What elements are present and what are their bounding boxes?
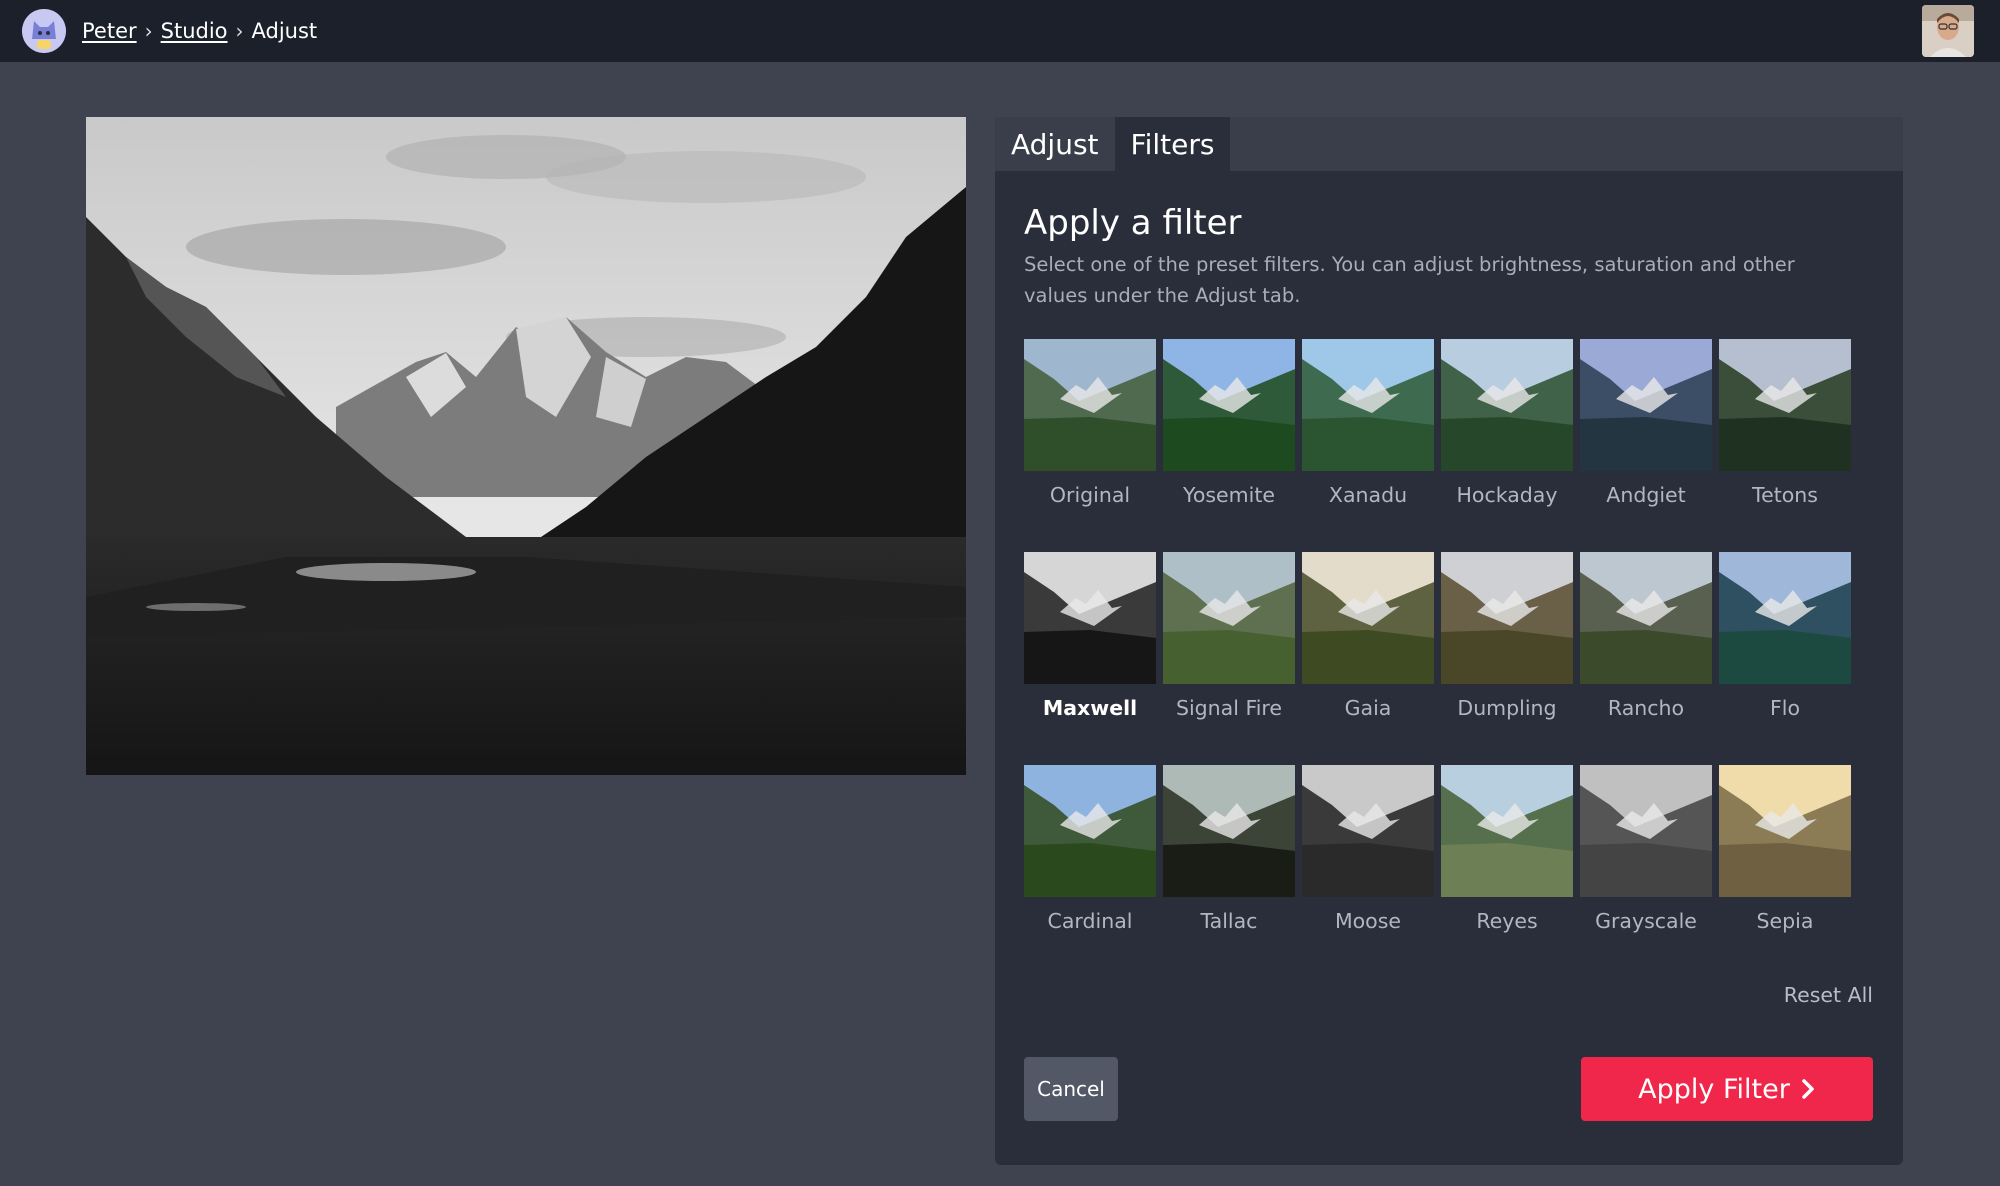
filter-thumbnail	[1024, 765, 1156, 897]
filter-thumbnail	[1719, 765, 1851, 897]
filter-thumbnail	[1024, 552, 1156, 684]
filter-option-tetons[interactable]: Tetons	[1719, 339, 1851, 529]
user-avatar[interactable]	[1922, 5, 1974, 57]
filter-thumbnail	[1580, 765, 1712, 897]
apply-filter-label: Apply Filter	[1638, 1073, 1790, 1105]
filter-option-rancho[interactable]: Rancho	[1580, 552, 1712, 742]
filter-label: Andgiet	[1606, 483, 1686, 507]
filter-label: Moose	[1334, 909, 1402, 933]
top-bar: Peter › Studio › Adjust	[0, 0, 2000, 62]
filter-option-moose[interactable]: Moose	[1302, 765, 1434, 955]
cat-logo-icon	[22, 9, 66, 53]
filter-label: Reyes	[1476, 909, 1538, 933]
filter-thumbnail	[1580, 552, 1712, 684]
filter-label: Cardinal	[1047, 909, 1133, 933]
breadcrumb-separator: ›	[235, 19, 244, 43]
filter-label: Grayscale	[1595, 909, 1697, 933]
filter-label: Dumpling	[1457, 696, 1557, 720]
panel-description: Select one of the preset filters. You ca…	[1024, 253, 1795, 307]
filter-option-grayscale[interactable]: Grayscale	[1580, 765, 1712, 955]
main-photo-preview	[86, 117, 966, 775]
filter-thumbnail	[1302, 552, 1434, 684]
filter-option-hockaday[interactable]: Hockaday	[1441, 339, 1573, 529]
filter-thumbnail	[1719, 552, 1851, 684]
filter-option-cardinal[interactable]: Cardinal	[1024, 765, 1156, 955]
filter-option-tallac[interactable]: Tallac	[1163, 765, 1295, 955]
filter-option-sepia[interactable]: Sepia	[1719, 765, 1851, 955]
cancel-button[interactable]: Cancel	[1024, 1057, 1118, 1121]
filter-thumbnail	[1024, 339, 1156, 471]
filter-label: Original	[1049, 483, 1131, 507]
filter-label: Tallac	[1200, 909, 1258, 933]
filter-thumbnail	[1441, 552, 1573, 684]
tab-adjust[interactable]: Adjust	[995, 117, 1115, 171]
filter-label: Sepia	[1756, 909, 1814, 933]
filter-option-gaia[interactable]: Gaia	[1302, 552, 1434, 742]
filter-option-signal-fire[interactable]: Signal Fire	[1163, 552, 1295, 742]
filter-thumbnail	[1719, 339, 1851, 471]
filter-grid: Original Yosemite Xanadu Hockaday Andgiet Tet…	[1024, 339, 1856, 979]
editor-tabs: Adjust Filters	[995, 117, 1903, 171]
breadcrumb: Peter › Studio › Adjust	[82, 17, 317, 45]
filter-thumbnail	[1441, 765, 1573, 897]
filter-thumbnail	[1163, 552, 1295, 684]
filters-panel: Apply a filter Select one of the preset …	[995, 171, 1903, 1165]
panel-title: Apply a filter	[1024, 203, 1242, 243]
filter-thumbnail	[1441, 339, 1573, 471]
breadcrumb-current: Adjust	[251, 19, 318, 43]
avatar-photo-icon	[1922, 5, 1974, 57]
filter-label: Signal Fire	[1175, 696, 1283, 720]
filter-option-original[interactable]: Original	[1024, 339, 1156, 529]
filter-label: Gaia	[1344, 696, 1392, 720]
filter-thumbnail	[1302, 765, 1434, 897]
filter-option-maxwell[interactable]: Maxwell	[1024, 552, 1156, 742]
app-logo[interactable]	[22, 9, 66, 53]
filter-thumbnail	[1163, 339, 1295, 471]
filter-label: Tetons	[1752, 483, 1818, 507]
reset-all-button[interactable]: Reset All	[1784, 983, 1873, 1007]
apply-filter-button[interactable]: Apply Filter	[1581, 1057, 1873, 1121]
filter-option-flo[interactable]: Flo	[1719, 552, 1851, 742]
filter-thumbnail	[1163, 765, 1295, 897]
filter-thumbnail	[1580, 339, 1712, 471]
tab-filters[interactable]: Filters	[1114, 117, 1231, 171]
filter-option-andgiet[interactable]: Andgiet	[1580, 339, 1712, 529]
breadcrumb-separator: ›	[144, 19, 153, 43]
filter-label: Yosemite	[1183, 483, 1275, 507]
filter-label: Rancho	[1607, 696, 1685, 720]
filter-label: Maxwell	[1042, 696, 1138, 720]
filter-label: Hockaday	[1456, 483, 1558, 507]
filter-label: Xanadu	[1328, 483, 1408, 507]
filter-option-reyes[interactable]: Reyes	[1441, 765, 1573, 955]
breadcrumb-link-peter[interactable]: Peter	[82, 19, 137, 43]
chevron-right-icon	[1802, 1079, 1814, 1099]
mountain-photo	[86, 117, 966, 775]
filter-thumbnail	[1302, 339, 1434, 471]
filter-option-xanadu[interactable]: Xanadu	[1302, 339, 1434, 529]
filter-option-dumpling[interactable]: Dumpling	[1441, 552, 1573, 742]
breadcrumb-link-studio[interactable]: Studio	[161, 19, 228, 43]
filter-option-yosemite[interactable]: Yosemite	[1163, 339, 1295, 529]
filter-label: Flo	[1769, 696, 1801, 720]
